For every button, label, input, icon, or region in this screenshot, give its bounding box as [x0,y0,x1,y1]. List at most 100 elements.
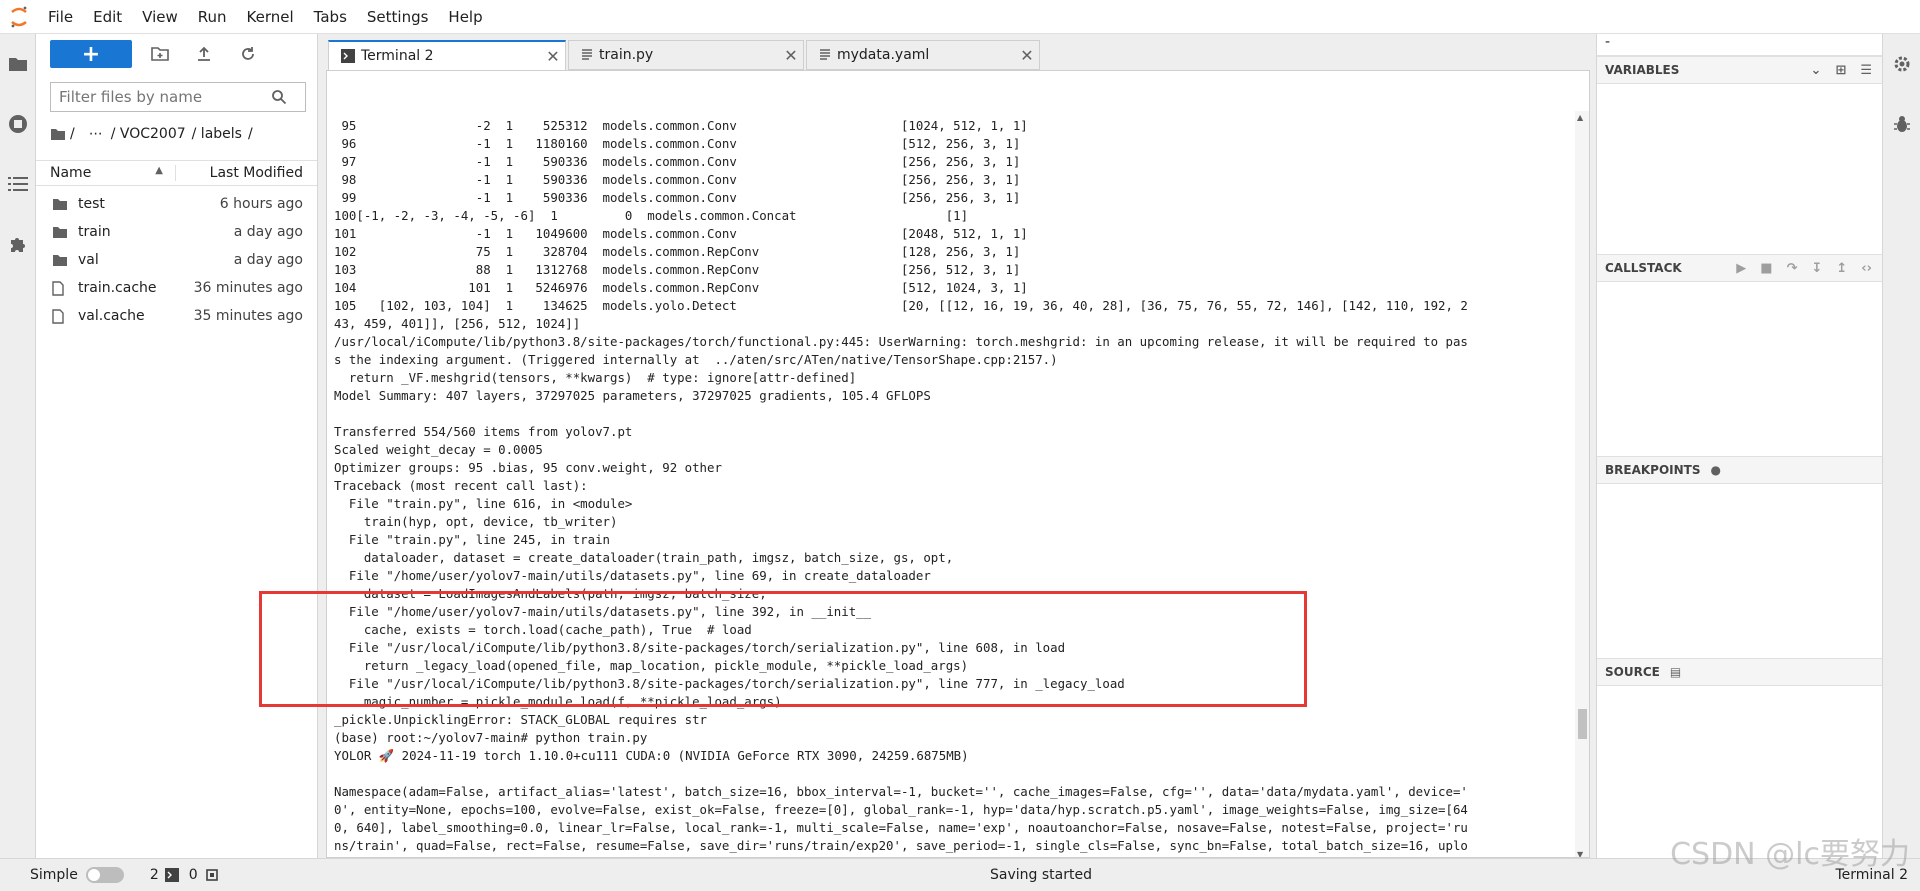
terminal-scrollbar[interactable]: ▲ ▼ [1575,111,1589,857]
tab-train-py[interactable]: train.py ✕ [568,40,804,70]
close-icon[interactable]: ✕ [541,47,565,66]
status-bar: Simple 2 0 Saving started Terminal 2 [0,858,1920,891]
table-of-contents-tab[interactable] [0,154,36,214]
file-modified: a day ago [233,252,303,268]
callstack-section-header[interactable]: CALLSTACK ▶ ■ ↷ ↧ ↥ ‹› [1597,254,1882,282]
file-list-header: Name ▲ Last Modified [36,160,317,186]
close-icon[interactable]: ✕ [779,46,803,65]
file-filter-input[interactable] [51,88,271,106]
variables-body [1597,84,1882,254]
terminate-icon[interactable]: ■ [1760,261,1772,276]
tab-terminal-2[interactable]: Terminal 2 ✕ [328,40,566,70]
tree-view-icon[interactable]: ⊞ [1835,63,1846,78]
menu-tabs[interactable]: Tabs [304,0,357,34]
breakpoints-section-header[interactable]: BREAKPOINTS ● [1597,456,1882,484]
save-status-text: Saving started [990,867,1092,883]
menu-settings[interactable]: Settings [357,0,439,34]
file-list-item[interactable]: train.cache 36 minutes ago [36,274,317,302]
right-side-bar [1882,34,1920,858]
terminal-line: ns/train', quad=False, rect=False, resum… [334,838,1468,853]
breakpoints-body [1597,484,1882,658]
file-icon [52,308,68,324]
remove-breakpoints-icon[interactable]: ● [1711,463,1721,477]
terminal-count[interactable]: 2 [150,867,159,883]
file-list-item[interactable]: val a day ago [36,246,317,274]
file-name: val.cache [78,308,145,324]
chevron-down-icon[interactable]: ⌄ [1811,63,1822,78]
terminal-line: Model Summary: 407 layers, 37297025 para… [334,388,931,403]
tab-mydata-yaml[interactable]: mydata.yaml ✕ [806,40,1040,70]
table-view-icon[interactable]: ☰ [1860,63,1872,78]
file-name: val [78,252,99,268]
file-name: train.cache [78,280,157,296]
simple-mode-label: Simple [30,867,78,883]
upload-button[interactable] [188,40,220,68]
menu-run[interactable]: Run [188,0,237,34]
debugger-tab[interactable] [1883,94,1920,154]
menu-kernel[interactable]: Kernel [237,0,304,34]
refresh-button[interactable] [232,40,264,68]
file-modified: 36 minutes ago [193,280,303,296]
file-list-item[interactable]: train a day ago [36,218,317,246]
terminal-line: 103 88 1 1312768 models.common.RepConv [… [334,262,1021,277]
jupyter-logo-icon [0,0,38,34]
menu-view[interactable]: View [132,0,188,34]
modified-column-header[interactable]: Last Modified [176,165,317,181]
continue-icon[interactable]: ▶ [1736,261,1746,276]
bug-icon [1894,116,1910,132]
breadcrumb-separator: / [247,126,253,142]
refresh-icon [242,47,254,60]
terminal-line: File "/usr/local/iCompute/lib/python3.8/… [334,676,1125,691]
terminal-line: train(hyp, opt, device, tb_writer) [334,514,618,529]
scroll-up-arrow-icon[interactable]: ▲ [1577,113,1583,122]
new-folder-button[interactable] [144,40,176,68]
terminal-line: magic_number = pickle_module.load(f, **p… [334,694,782,709]
step-in-icon[interactable]: ↧ [1811,261,1822,276]
source-section-header[interactable]: SOURCE ▤ [1597,658,1882,686]
upload-icon [198,46,210,61]
open-source-icon[interactable]: ▤ [1670,665,1681,679]
breadcrumb-ellipsis[interactable]: ⋯ [89,126,103,142]
extension-manager-tab[interactable] [0,214,36,274]
terminal-line: 96 -1 1 1180160 models.common.Conv [512,… [334,136,1021,151]
scroll-down-arrow-icon[interactable]: ▼ [1577,850,1583,857]
file-list-item[interactable]: test 6 hours ago [36,190,317,218]
menu-file[interactable]: File [38,0,83,34]
evaluate-code-icon[interactable]: ‹› [1861,261,1872,276]
terminal-line: Namespace(adam=False, artifact_alias='la… [334,784,1468,799]
name-column-header[interactable]: Name ▲ [36,165,176,181]
step-out-icon[interactable]: ↥ [1836,261,1847,276]
scrollbar-thumb[interactable] [1578,709,1587,739]
left-activity-bar [0,34,36,858]
terminal-line: /usr/local/iCompute/lib/python3.8/site-p… [334,334,1468,349]
kernel-count[interactable]: 0 [189,867,198,883]
terminal-line: 102 75 1 328704 models.common.RepConv [1… [334,244,1021,259]
menu-edit[interactable]: Edit [83,0,132,34]
terminal-panel[interactable]: 95 -2 1 525312 models.common.Conv [1024,… [326,70,1590,858]
running-sessions-tab[interactable] [0,94,36,154]
terminal-line: 105 [102, 103, 104] 1 134625 models.yolo… [334,298,1468,313]
new-launcher-button[interactable]: + [50,40,132,68]
folder-icon [52,254,68,267]
file-list-item[interactable]: val.cache 35 minutes ago [36,302,317,330]
terminal-line: 98 -1 1 590336 models.common.Conv [256, … [334,172,1021,187]
breadcrumb-labels[interactable]: / labels [192,126,242,142]
file-browser-tab[interactable] [0,34,36,94]
text-file-icon [820,49,830,60]
property-inspector-tab[interactable] [1883,34,1920,94]
callstack-body [1597,282,1882,456]
menu-help[interactable]: Help [438,0,492,34]
name-column-label: Name [50,165,92,181]
variables-section-header[interactable]: VARIABLES ⌄ ⊞ ☰ [1597,56,1882,84]
simple-mode-toggle[interactable] [85,867,124,883]
terminal-line: 99 -1 1 590336 models.common.Conv [256, … [334,190,1021,205]
step-over-icon[interactable]: ↷ [1787,261,1798,276]
terminal-icon [341,49,355,63]
breadcrumb-voc2007[interactable]: / VOC2007 [111,126,186,142]
close-icon[interactable]: ✕ [1015,46,1039,65]
breadcrumb-root[interactable]: / [70,126,75,142]
kernel-icon [205,869,218,881]
terminal-line: 97 -1 1 590336 models.common.Conv [256, … [334,154,1021,169]
menu-bar: File Edit View Run Kernel Tabs Settings … [0,0,1920,34]
